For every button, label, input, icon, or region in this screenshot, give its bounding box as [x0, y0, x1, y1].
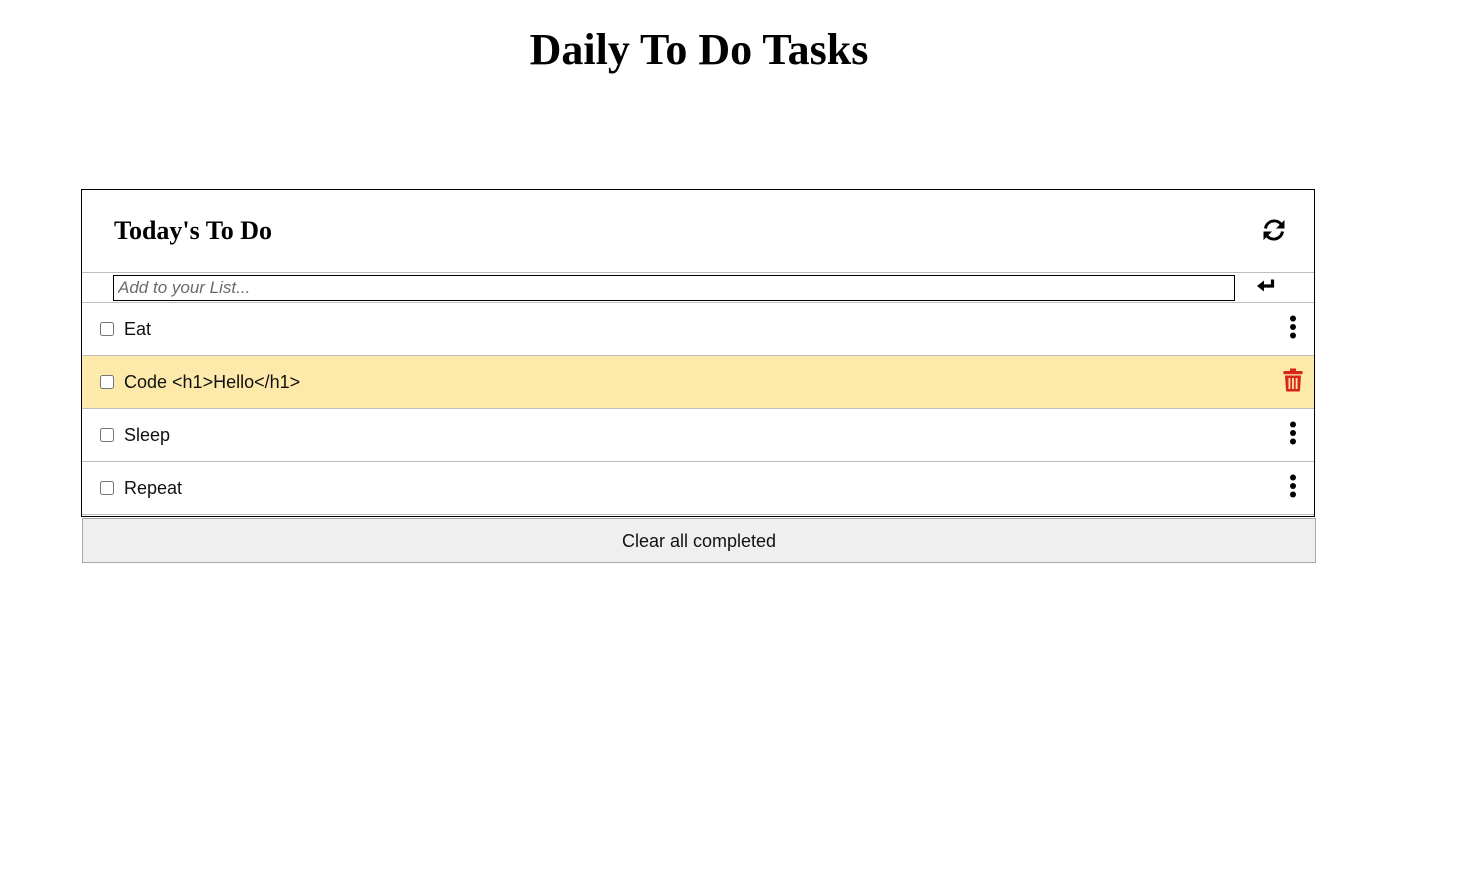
todo-list: Eat Code <h1>Hello</h1> Sleep Repeat — [82, 303, 1314, 515]
refresh-icon — [1261, 217, 1287, 248]
todo-checkbox[interactable] — [100, 481, 114, 495]
enter-arrow-icon — [1256, 278, 1276, 299]
vertical-ellipsis-icon — [1289, 421, 1297, 450]
delete-item-button[interactable] — [1282, 368, 1304, 397]
todo-checkbox[interactable] — [100, 322, 114, 336]
page-title: Daily To Do Tasks — [529, 25, 869, 74]
item-menu-button[interactable] — [1282, 474, 1304, 503]
todo-label[interactable]: Eat — [124, 318, 151, 340]
item-menu-button[interactable] — [1282, 315, 1304, 344]
add-item-submit-button[interactable] — [1254, 277, 1278, 299]
add-item-row — [82, 273, 1314, 303]
todo-card: Today's To Do Add to your List... Eat Co… — [81, 189, 1315, 517]
vertical-ellipsis-icon — [1289, 315, 1297, 344]
item-menu-button[interactable] — [1282, 421, 1304, 450]
todo-item-repeat: Repeat — [82, 462, 1314, 515]
card-title: Today's To Do — [114, 216, 273, 245]
todo-checkbox[interactable] — [100, 375, 114, 389]
add-item-input[interactable] — [113, 275, 1235, 301]
todo-item-sleep: Sleep — [82, 409, 1314, 462]
todo-item-eat: Eat — [82, 303, 1314, 356]
trash-icon — [1283, 368, 1303, 397]
clear-completed-button[interactable]: Clear all completed — [82, 518, 1316, 563]
todo-checkbox[interactable] — [100, 428, 114, 442]
todo-label[interactable]: Sleep — [124, 424, 170, 446]
refresh-button[interactable] — [1259, 217, 1289, 247]
todo-label[interactable]: Repeat — [124, 477, 182, 499]
card-header: Today's To Do — [82, 190, 1314, 273]
vertical-ellipsis-icon — [1289, 474, 1297, 503]
todo-item-code: Code <h1>Hello</h1> — [82, 356, 1314, 409]
todo-label-editing[interactable]: Code <h1>Hello</h1> — [124, 371, 300, 393]
